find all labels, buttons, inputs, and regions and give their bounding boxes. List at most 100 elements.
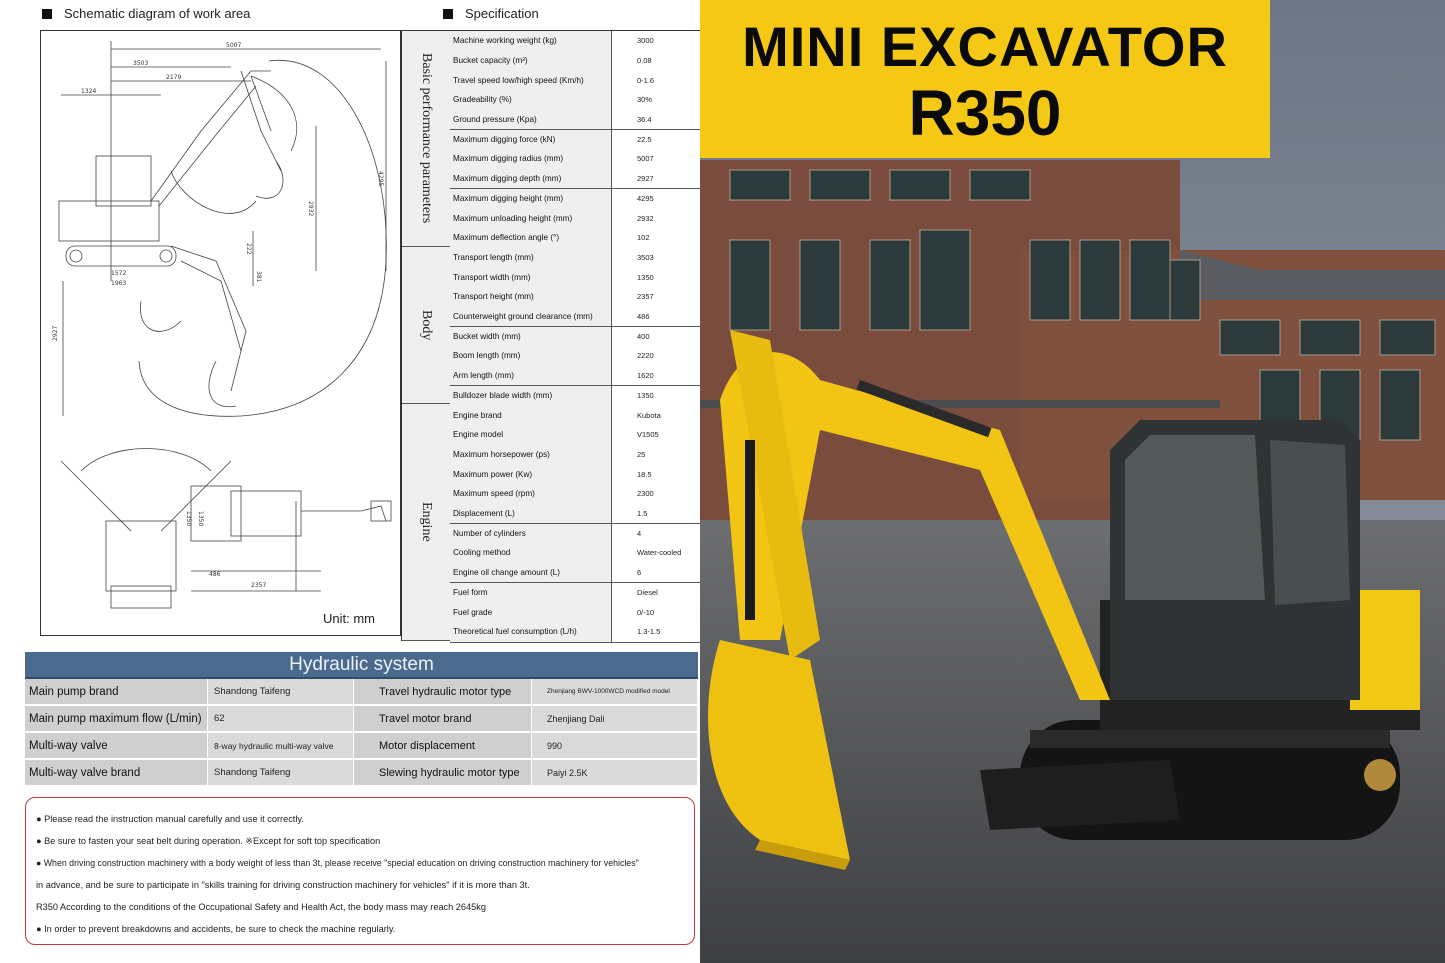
spec-label: Travel speed low/high speed (Km/h) xyxy=(450,70,612,90)
spec-row: Maximum digging radius (mm) 5007 xyxy=(450,149,701,170)
spec-label: Transport width (mm) xyxy=(450,267,612,287)
spec-row: Boom length (mm) 2220 xyxy=(450,346,701,367)
spec-row: Bucket width (mm) 400 xyxy=(450,326,701,348)
spec-value: 22.5 xyxy=(637,134,652,144)
spec-value: Water-cooled xyxy=(637,548,682,558)
hyd-key: Slewing hydraulic motor type xyxy=(354,760,532,785)
spec-label: Maximum speed (rpm) xyxy=(450,484,612,504)
spec-row: Maximum unloading height (mm) 2932 xyxy=(450,208,701,229)
spec-row: Bucket capacity (m³) 0.08 xyxy=(450,50,701,72)
group-basic-performance: Basic performance parameters xyxy=(402,31,451,247)
spec-label: Maximum digging radius (mm) xyxy=(450,149,612,169)
spec-label: Engine model xyxy=(450,425,612,445)
note-line: R350 According to the conditions of the … xyxy=(36,902,486,912)
spec-row: Maximum digging force (kN) 22.5 xyxy=(450,129,701,151)
hyd-key: Main pump brand xyxy=(25,679,208,704)
spec-value: 36.4 xyxy=(637,115,652,125)
note-line: ● Please read the instruction manual car… xyxy=(36,814,304,824)
table-row: Multi-way valve brand Shandong Taifeng S… xyxy=(25,760,698,787)
spec-row: Fuel form Diesel xyxy=(450,582,701,604)
spec-row: Number of cylinders 4 xyxy=(450,523,701,545)
spec-row: Gradeability (%) 30% xyxy=(450,90,701,111)
spec-value: 2300 xyxy=(637,489,654,499)
spec-value: V1505 xyxy=(637,430,659,440)
specification-header-label: Specification xyxy=(465,6,539,21)
spec-value: 400 xyxy=(637,331,650,341)
spec-label: Maximum power (Kw) xyxy=(450,464,612,484)
spec-row: Transport height (mm) 2357 xyxy=(450,287,701,308)
group-label: Body xyxy=(419,309,434,341)
hyd-value: Shandong Taifeng xyxy=(208,679,354,704)
spec-label: Counterweight ground clearance (mm) xyxy=(450,306,612,327)
spec-label: Cooling method xyxy=(450,543,612,563)
safety-notes-box: ● Please read the instruction manual car… xyxy=(25,797,695,945)
dim-label: 5007 xyxy=(226,42,241,49)
work-area-diagram: 5007 3503 2179 1324 4295 2932 222 381 15… xyxy=(40,30,401,636)
spec-label: Maximum digging depth (mm) xyxy=(450,168,612,189)
spec-row: Arm length (mm) 1620 xyxy=(450,365,701,387)
spec-label: Gradeability (%) xyxy=(450,90,612,110)
hyd-value: Paiyi 2.5K xyxy=(532,760,698,785)
spec-label: Maximum unloading height (mm) xyxy=(450,208,612,228)
hyd-value: 62 xyxy=(208,706,354,731)
dim-label: 2357 xyxy=(251,582,266,589)
spec-row: Bulldozer blade width (mm) 1350 xyxy=(450,385,701,407)
note-line: ● Be sure to fasten your seat belt durin… xyxy=(36,836,381,846)
spec-row: Engine model V1505 xyxy=(450,425,701,446)
hydraulic-title: Hydraulic system xyxy=(25,652,698,679)
spec-value: 1350 xyxy=(637,390,654,400)
hyd-value: 8-way hydraulic multi-way valve xyxy=(208,733,354,758)
spec-value: 1350 xyxy=(637,272,654,282)
spec-value: 2357 xyxy=(637,292,654,302)
note-line: in advance, and be sure to participate i… xyxy=(36,880,530,890)
spec-label: Bucket width (mm) xyxy=(450,326,612,347)
specification-table: Basic performance parameters Body Engine… xyxy=(401,30,701,643)
spec-label: Maximum digging force (kN) xyxy=(450,129,612,150)
bullet-square-icon xyxy=(443,8,453,19)
spec-row: Maximum power (Kw) 18.5 xyxy=(450,464,701,485)
dim-label: 2179 xyxy=(166,74,181,81)
spec-label: Ground pressure (Kpa) xyxy=(450,109,612,130)
schematic-header: Schematic diagram of work area xyxy=(42,6,250,21)
table-row: Main pump maximum flow (L/min) 62 Travel… xyxy=(25,706,698,733)
spec-value: 486 xyxy=(637,312,650,322)
spec-label: Boom length (mm) xyxy=(450,346,612,366)
spec-row: Theoretical fuel consumption (L/h) 1.3-1.… xyxy=(450,622,701,643)
schematic-header-label: Schematic diagram of work area xyxy=(64,6,251,21)
spec-row: Fuel grade 0/-10 xyxy=(450,602,701,623)
spec-value: 1.3-1.5 xyxy=(637,627,661,637)
group-label: Engine xyxy=(419,502,434,542)
dim-label: 381 xyxy=(255,271,262,283)
spec-label: Theoretical fuel consumption (L/h) xyxy=(450,622,612,642)
hyd-key: Travel motor brand xyxy=(354,706,532,731)
spec-value: 0-1.6 xyxy=(637,75,655,85)
spec-label: Displacement (L) xyxy=(450,503,612,524)
spec-label: Machine working weight (kg) xyxy=(450,31,612,51)
spec-value: 0.08 xyxy=(637,55,652,65)
note-line: ● In order to prevent breakdowns and acc… xyxy=(36,924,396,934)
hyd-key: Multi-way valve brand xyxy=(25,760,208,785)
spec-row: Maximum deflection angle (°) 102 xyxy=(450,228,701,249)
spec-label: Maximum deflection angle (°) xyxy=(450,228,612,248)
spec-value: 30% xyxy=(637,95,653,105)
hyd-value: Zhenjiang BWV-1000WCD modified model xyxy=(532,679,698,704)
spec-value: 2932 xyxy=(637,213,654,223)
dim-label: 1350 xyxy=(185,511,192,526)
hyd-value: Shandong Taifeng xyxy=(208,760,354,785)
spec-row: Maximum digging height (mm) 4295 xyxy=(450,188,701,210)
table-row: Main pump brand Shandong Taifeng Travel … xyxy=(25,679,698,706)
hyd-key: Main pump maximum flow (L/min) xyxy=(25,706,208,731)
spec-row: Engine brand Kubota xyxy=(450,405,701,426)
spec-value: 1.5 xyxy=(637,509,648,519)
spec-label: Transport height (mm) xyxy=(450,287,612,307)
spec-label: Fuel form xyxy=(450,582,612,603)
spec-value: 4295 xyxy=(637,193,654,203)
spec-label: Maximum digging height (mm) xyxy=(450,188,612,209)
spec-value: 25 xyxy=(637,449,646,459)
spec-value: 2927 xyxy=(637,174,654,184)
spec-row: Maximum digging depth (mm) 2927 xyxy=(450,168,701,190)
spec-value: 3503 xyxy=(637,252,654,262)
spec-value: 3000 xyxy=(637,36,654,46)
dim-label: 2932 xyxy=(307,201,314,216)
dim-label: 3503 xyxy=(133,60,148,67)
